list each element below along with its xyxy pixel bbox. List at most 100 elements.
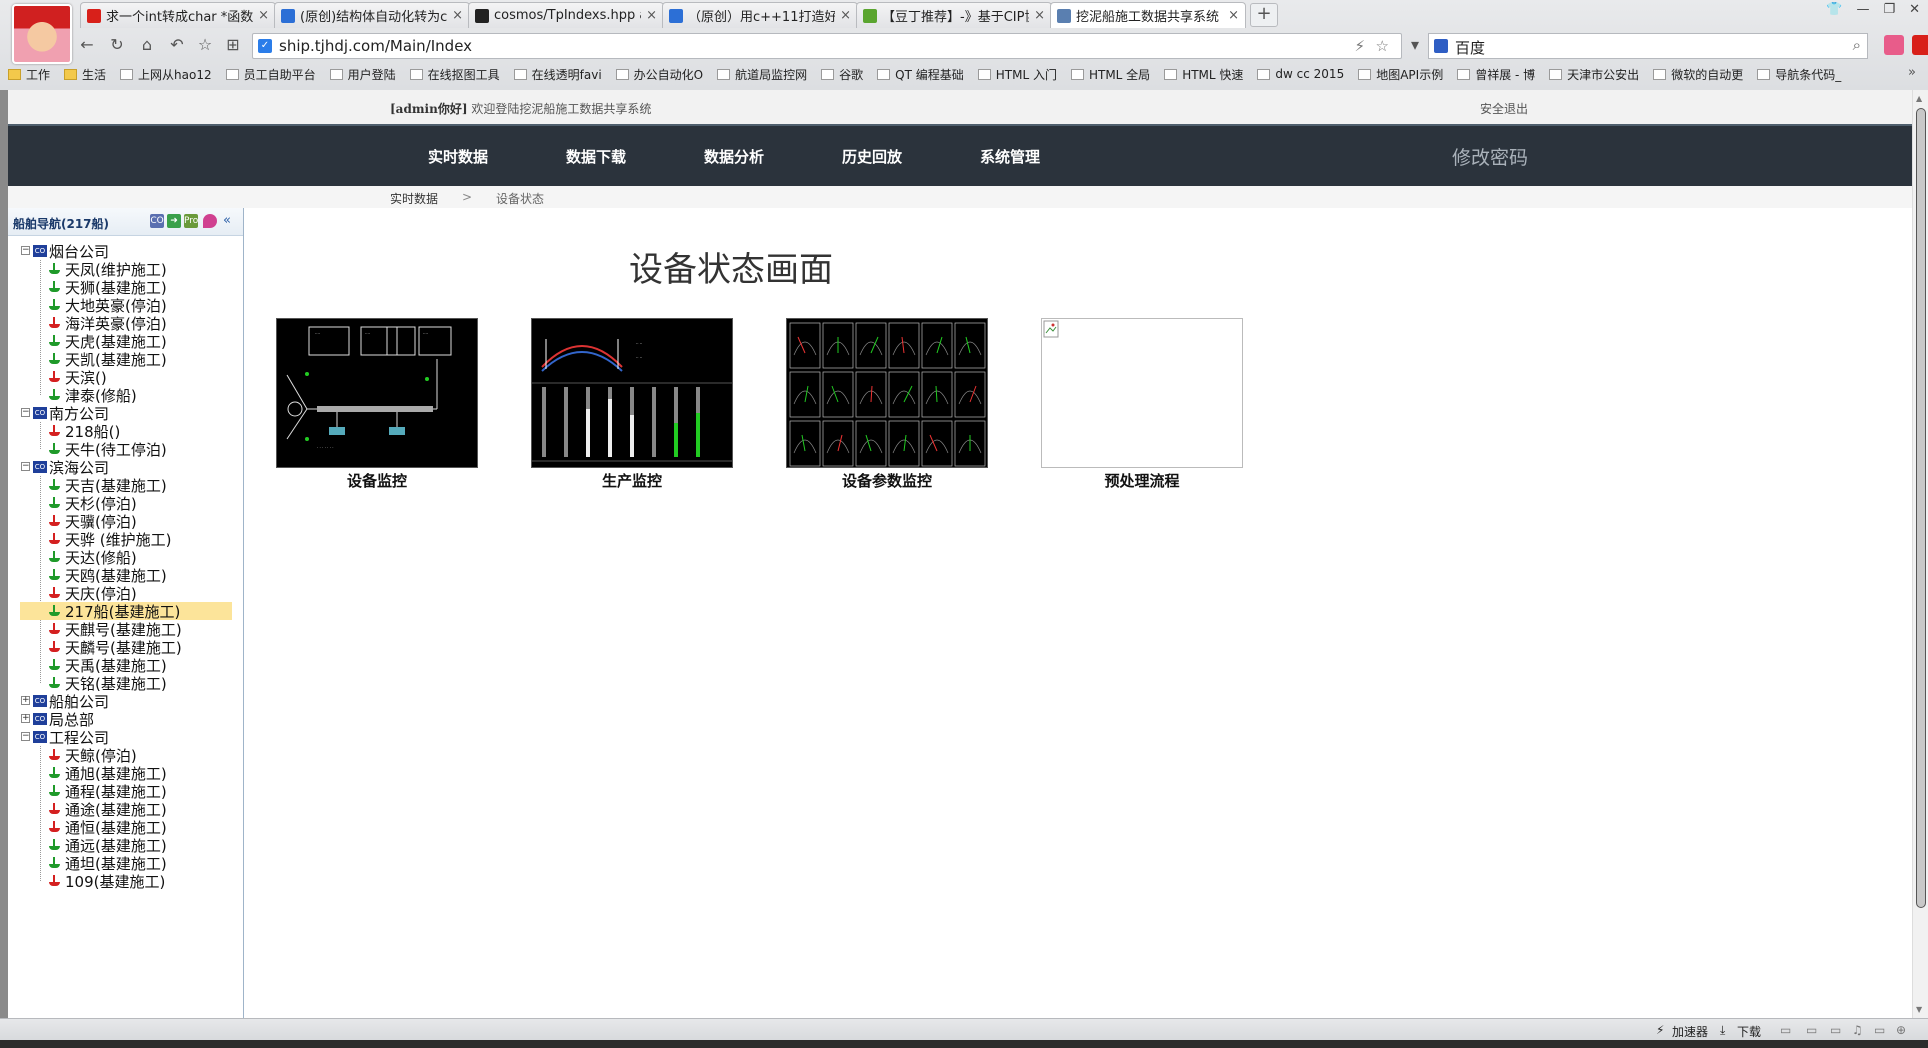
close-icon[interactable]: × <box>840 8 851 23</box>
extension-icon[interactable]: ▭ <box>1830 1023 1841 1037</box>
collapse-toggle-icon[interactable]: − <box>21 246 30 255</box>
bookmark-item[interactable]: 微软的自动更 <box>1653 66 1743 83</box>
tree-ship-node[interactable]: 天铭(基建施工) <box>48 674 167 693</box>
sound-icon[interactable]: ♫ <box>1852 1023 1863 1037</box>
bookmark-item[interactable]: 上网从hao12 <box>120 66 212 83</box>
home-icon[interactable]: ⌂ <box>136 34 158 56</box>
tree-ship-node[interactable]: 天滨() <box>48 368 107 387</box>
extension-icon[interactable] <box>1884 35 1904 55</box>
bookmark-item[interactable]: 导航条代码_ <box>1757 66 1841 83</box>
bookmark-item[interactable]: HTML 入门 <box>977 66 1057 83</box>
address-bar[interactable]: ✓ ship.tjhdj.com/Main/Index ⚡ ☆ <box>252 33 1402 59</box>
vertical-scrollbar[interactable]: ▲ ▼ <box>1912 90 1928 1018</box>
tree-ship-node[interactable]: 天骥(停泊) <box>48 512 137 531</box>
browser-tab[interactable]: 求一个int转成char *函数-C × <box>80 2 276 28</box>
broken-image-thumbnail[interactable] <box>1041 318 1243 468</box>
tree-ship-node[interactable]: 通途(基建施工) <box>48 800 167 819</box>
restore-icon[interactable]: ❐ <box>1883 2 1895 17</box>
download-label[interactable]: 下载 <box>1737 1023 1761 1040</box>
close-icon[interactable]: × <box>1034 8 1045 23</box>
tree-company-node[interactable]: CO 南方公司 <box>33 404 109 423</box>
search-box[interactable]: 百度 ⌕ <box>1428 33 1868 59</box>
tree-ship-node[interactable]: 天鸥(基建施工) <box>48 566 167 585</box>
browser-tab[interactable]: （原创）用c++11打造好用 × <box>662 2 858 28</box>
bookmark-star-icon[interactable]: ☆ <box>1376 37 1389 55</box>
bookmark-item[interactable]: 曾祥展 - 博 <box>1457 66 1535 83</box>
scroll-up-icon[interactable]: ▲ <box>1916 94 1922 103</box>
tree-ship-node[interactable]: 天牛(待工停泊) <box>48 440 167 459</box>
ship-icon[interactable]: ➜ <box>167 214 181 228</box>
bookmark-item[interactable]: 地图API示例 <box>1358 66 1443 83</box>
bookmark-item[interactable]: HTML 快速 <box>1164 66 1243 83</box>
clear-icon[interactable]: ▭ <box>1806 1023 1817 1037</box>
pro-icon[interactable]: Pro <box>184 214 198 228</box>
tree-ship-node[interactable]: 天禹(基建施工) <box>48 656 167 675</box>
lightning-icon[interactable]: ⚡ <box>1354 37 1365 55</box>
extension-icon[interactable] <box>1912 35 1928 55</box>
collapse-toggle-icon[interactable]: − <box>21 462 30 471</box>
tree-ship-node[interactable]: 通恒(基建施工) <box>48 818 167 837</box>
preprocess-flow-card[interactable]: 预处理流程 <box>1041 318 1243 491</box>
browser-tab[interactable]: (原创)结构体自动化转为ch × <box>274 2 470 28</box>
download-icon[interactable]: ⤓ <box>1720 1023 1725 1038</box>
bookmark-item[interactable]: 生活 <box>64 66 106 83</box>
url-text[interactable]: ship.tjhdj.com/Main/Index <box>279 37 472 55</box>
user-avatar[interactable] <box>12 4 72 64</box>
screenshot-icon[interactable]: ▭ <box>1780 1023 1791 1037</box>
bookmark-item[interactable]: 用户登陆 <box>329 66 396 83</box>
tree-ship-node[interactable]: 天骅 (维护施工) <box>48 530 171 549</box>
card-caption[interactable]: 设备监控 <box>276 470 478 491</box>
close-icon[interactable]: × <box>646 8 657 23</box>
expand-toggle-icon[interactable]: + <box>21 696 30 705</box>
tree-ship-node[interactable]: 通旭(基建施工) <box>48 764 167 783</box>
tree-company-node[interactable]: CO 船舶公司 <box>33 692 109 711</box>
new-tab-button[interactable]: + <box>1250 3 1278 27</box>
close-window-icon[interactable]: ✕ <box>1909 2 1920 17</box>
collapse-toggle-icon[interactable]: − <box>21 732 30 741</box>
bookmark-item[interactable]: 谷歌 <box>821 66 863 83</box>
equipment-monitor-card[interactable]: ···· ···· ···· · · · · · · · 设备监控 <box>276 318 478 491</box>
tree-ship-node[interactable]: 天凤(维护施工) <box>48 260 167 279</box>
back-icon[interactable]: ← <box>76 34 98 56</box>
dropdown-chevron-icon[interactable]: ▾ <box>1404 34 1426 56</box>
bookmark-item[interactable]: QT 编程基础 <box>877 66 964 83</box>
undo-close-icon[interactable]: ↶ <box>166 34 188 56</box>
bookmark-item[interactable]: 工作 <box>8 66 50 83</box>
tree-ship-node[interactable]: 天鲸(停泊) <box>48 746 137 765</box>
collapse-toggle-icon[interactable]: − <box>21 408 30 417</box>
map-pin-icon[interactable] <box>203 214 217 228</box>
tree-ship-node[interactable]: 218船() <box>48 422 120 441</box>
window-icon[interactable]: ▭ <box>1874 1023 1885 1037</box>
close-icon[interactable]: × <box>258 8 269 23</box>
tree-ship-node[interactable]: 通远(基建施工) <box>48 836 167 855</box>
nav-item-download[interactable]: 数据下载 <box>566 146 626 167</box>
nav-item-analysis[interactable]: 数据分析 <box>704 146 764 167</box>
tree-company-node[interactable]: CO 局总部 <box>33 710 94 729</box>
browser-tab[interactable]: cosmos/TpIndexs.hpp at × <box>468 2 664 28</box>
tree-ship-node[interactable]: 天麒号(基建施工) <box>48 620 182 639</box>
tree-company-node[interactable]: CO 工程公司 <box>33 728 109 747</box>
tree-ship-node[interactable]: 海洋英豪(停泊) <box>48 314 167 333</box>
bookmark-item[interactable]: 天津市公安出 <box>1549 66 1639 83</box>
breadcrumb-item[interactable]: 实时数据 <box>390 190 438 207</box>
tree-company-node[interactable]: CO 烟台公司 <box>33 242 109 261</box>
close-icon[interactable]: × <box>1228 8 1239 23</box>
expand-toggle-icon[interactable]: + <box>21 714 30 723</box>
bookmark-item[interactable]: 在线透明favi <box>513 66 602 83</box>
bookmark-item[interactable]: 办公自动化O <box>615 66 703 83</box>
bookmark-item[interactable]: 航道局监控网 <box>717 66 807 83</box>
bookmark-item[interactable]: HTML 全局 <box>1070 66 1150 83</box>
reload-icon[interactable]: ↻ <box>106 34 128 56</box>
bookmark-item[interactable]: 员工自助平台 <box>225 66 316 83</box>
tree-ship-node[interactable]: 天虎(基建施工) <box>48 332 167 351</box>
bookmarks-overflow-icon[interactable]: » <box>1908 65 1916 80</box>
change-password-link[interactable]: 修改密码 <box>1452 143 1528 170</box>
parameter-monitor-thumbnail[interactable] <box>786 318 988 468</box>
scroll-down-icon[interactable]: ▼ <box>1916 1005 1922 1014</box>
company-icon[interactable]: CO <box>150 214 164 228</box>
tree-ship-node[interactable]: 天杉(停泊) <box>48 494 137 513</box>
close-icon[interactable]: × <box>452 8 463 23</box>
collapse-icon[interactable]: « <box>220 214 234 228</box>
apps-grid-icon[interactable]: ⊞ <box>222 34 244 56</box>
card-caption[interactable]: 预处理流程 <box>1041 470 1243 491</box>
